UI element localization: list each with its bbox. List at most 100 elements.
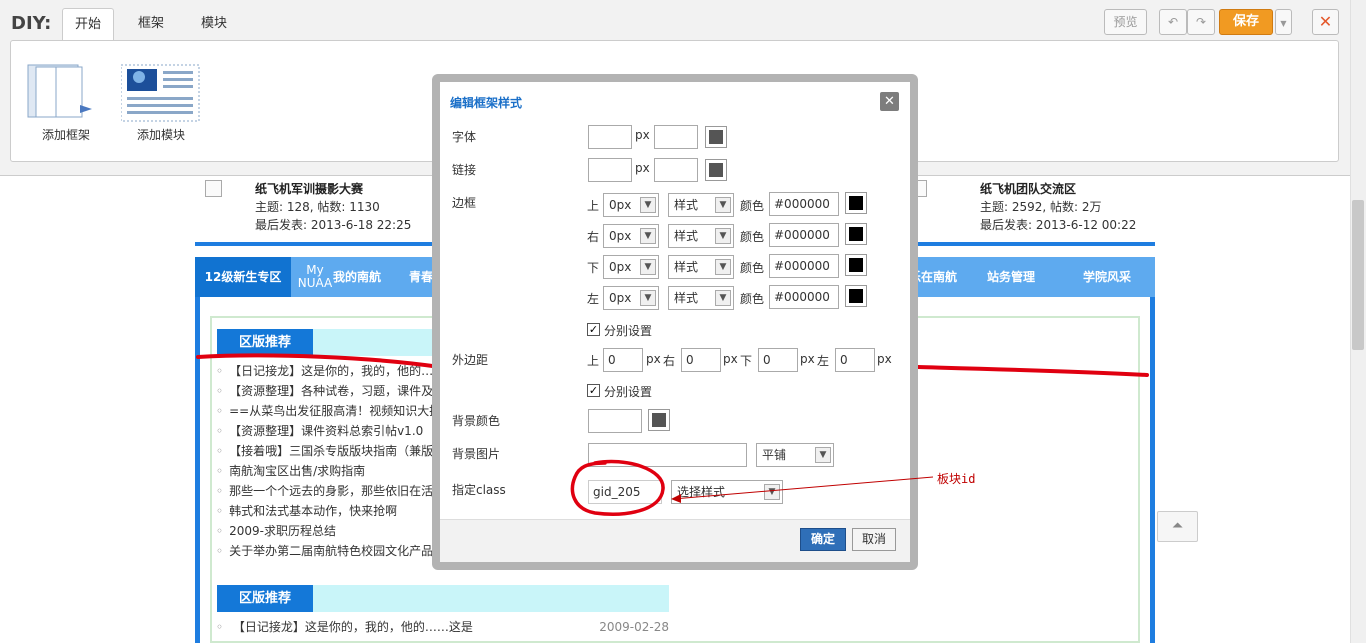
diy-label: DIY: <box>11 13 52 34</box>
margin-side-right: 右 <box>663 354 676 368</box>
redo-button[interactable]: ↷ <box>1187 9 1215 35</box>
border-color-input-left[interactable]: #000000 <box>769 285 839 309</box>
border-width-select-top[interactable]: 0px ▼ <box>603 193 659 217</box>
border-style-select-right[interactable]: 样式 ▼ <box>668 224 734 248</box>
list-item-title: 【日记接龙】这是你的，我的，他的……这是 <box>232 620 473 634</box>
undo-button[interactable]: ↶ <box>1159 9 1187 35</box>
scrollbar-thumb[interactable] <box>1352 200 1364 350</box>
chevron-down-icon: ▼ <box>640 259 656 275</box>
nav-item-my-label: My <box>306 263 324 277</box>
close-diy-button[interactable]: ✕ <box>1312 9 1339 35</box>
link-size-input[interactable] <box>588 158 632 182</box>
margin-side-left: 左 <box>817 354 830 368</box>
back-to-top-button[interactable]: ⏶ <box>1157 511 1198 542</box>
border-separate-checkbox[interactable]: ✓ <box>587 323 600 336</box>
px-unit: px <box>877 352 892 366</box>
nav-item-nuaa-label: NUAA <box>297 276 333 290</box>
tab-module[interactable]: 模块 <box>189 8 239 40</box>
color-label: 颜色 <box>740 261 765 275</box>
link-color-input[interactable] <box>654 158 698 182</box>
chevron-down-icon: ▼ <box>715 259 731 275</box>
margin-bottom-input[interactable]: 0 <box>758 348 798 372</box>
select-value: 0px <box>609 229 632 243</box>
link-label: 链接 <box>452 163 477 177</box>
font-color-button[interactable] <box>705 126 727 148</box>
undo-icon: ↶ <box>1167 15 1179 29</box>
px-unit: px <box>646 352 661 366</box>
forum-stats-right: 主题: 2592, 帖数: 2万 <box>980 200 1102 214</box>
red-annotation <box>570 459 934 516</box>
border-color-input-right[interactable]: #000000 <box>769 223 839 247</box>
border-style-select-top[interactable]: 样式 ▼ <box>668 193 734 217</box>
nav-item-college[interactable]: 学院风采 <box>1079 257 1135 297</box>
border-color-button-right[interactable] <box>845 223 867 245</box>
color-label: 颜色 <box>740 199 765 213</box>
border-width-select-left[interactable]: 0px ▼ <box>603 286 659 310</box>
border-color-input-top[interactable]: #000000 <box>769 192 839 216</box>
border-color-button-left[interactable] <box>845 285 867 307</box>
list-item[interactable]: 【日记接龙】这是你的，我的，他的……这是 2009-02-28 <box>216 617 676 637</box>
border-style-select-bottom[interactable]: 样式 ▼ <box>668 255 734 279</box>
margin-separate-checkbox[interactable]: ✓ <box>587 384 600 397</box>
forum-last-left: 最后发表: 2013-6-18 22:25 <box>255 218 412 232</box>
color-label: 颜色 <box>740 230 765 244</box>
forum-stats-left: 主题: 128, 帖数: 1130 <box>255 200 380 214</box>
chevron-down-icon: ▼ <box>640 290 656 306</box>
add-module-button[interactable]: 添加模块 <box>120 63 201 143</box>
border-color-input-bottom[interactable]: #000000 <box>769 254 839 278</box>
select-value: 样式 <box>674 260 699 274</box>
chevron-down-icon: ▼ <box>715 290 731 306</box>
bg-color-button[interactable] <box>648 409 670 431</box>
tab-start[interactable]: 开始 <box>62 8 115 41</box>
border-separate-label: 分别设置 <box>604 324 653 338</box>
frame-icon <box>27 64 92 118</box>
add-frame-button[interactable]: 添加框架 <box>25 63 107 143</box>
confirm-button[interactable]: 确定 <box>800 528 846 551</box>
select-value: 样式 <box>674 198 699 212</box>
recommend-list: 【日记接龙】这是你的，我的，他的……这是 2009-02-28 <box>216 617 676 637</box>
bg-color-input[interactable] <box>588 409 642 433</box>
save-button[interactable]: 保存 <box>1219 9 1273 35</box>
save-dropdown-button[interactable]: ▼ <box>1275 9 1292 35</box>
border-color-button-bottom[interactable] <box>845 254 867 276</box>
border-width-select-right[interactable]: 0px ▼ <box>603 224 659 248</box>
select-value: 0px <box>609 260 632 274</box>
px-unit: px <box>800 352 815 366</box>
px-unit: px <box>635 128 650 142</box>
font-size-input[interactable] <box>588 125 632 149</box>
margin-right-input[interactable]: 0 <box>681 348 721 372</box>
link-color-button[interactable] <box>705 159 727 181</box>
redo-icon: ↷ <box>1195 15 1207 29</box>
cancel-button[interactable]: 取消 <box>852 528 896 551</box>
block-id-annotation: 板块id <box>937 472 976 486</box>
color-label: 颜色 <box>740 292 765 306</box>
margin-left-input[interactable]: 0 <box>835 348 875 372</box>
bg-color-label: 背景颜色 <box>452 414 501 428</box>
forum-info-left: 纸飞机军训摄影大赛 主题: 128, 帖数: 1130 最后发表: 2013-6… <box>255 180 411 234</box>
border-style-select-left[interactable]: 样式 ▼ <box>668 286 734 310</box>
dialog-close-button[interactable]: ✕ <box>880 92 899 111</box>
nav-item-my-nanhang[interactable]: 我的南航 <box>333 257 381 297</box>
border-side-bottom: 下 <box>587 261 600 275</box>
nav-item-new-students[interactable]: 12级新生专区 <box>195 257 291 297</box>
select-value: 0px <box>609 198 632 212</box>
margin-top-input[interactable]: 0 <box>603 348 643 372</box>
font-color-input[interactable] <box>654 125 698 149</box>
forum-title-left[interactable]: 纸飞机军训摄影大赛 <box>255 182 363 196</box>
margin-side-top: 上 <box>587 354 600 368</box>
border-color-button-top[interactable] <box>845 192 867 214</box>
preview-button[interactable]: 预览 <box>1104 9 1147 35</box>
forum-title-right[interactable]: 纸飞机团队交流区 <box>980 182 1076 196</box>
px-unit: px <box>635 161 650 175</box>
border-width-select-bottom[interactable]: 0px ▼ <box>603 255 659 279</box>
select-value: 0px <box>609 291 632 305</box>
module-icon <box>120 64 200 122</box>
list-item-date: 2009-02-28 <box>599 620 669 634</box>
tab-frame[interactable]: 框架 <box>126 8 176 40</box>
bg-image-label: 背景图片 <box>452 447 501 461</box>
forum-icon-left <box>205 180 222 197</box>
border-side-top: 上 <box>587 199 600 213</box>
nav-item-admin[interactable]: 站务管理 <box>983 257 1039 297</box>
nav-item-my-nuaa[interactable]: My NUAA <box>295 257 335 297</box>
border-side-right: 右 <box>587 230 600 244</box>
